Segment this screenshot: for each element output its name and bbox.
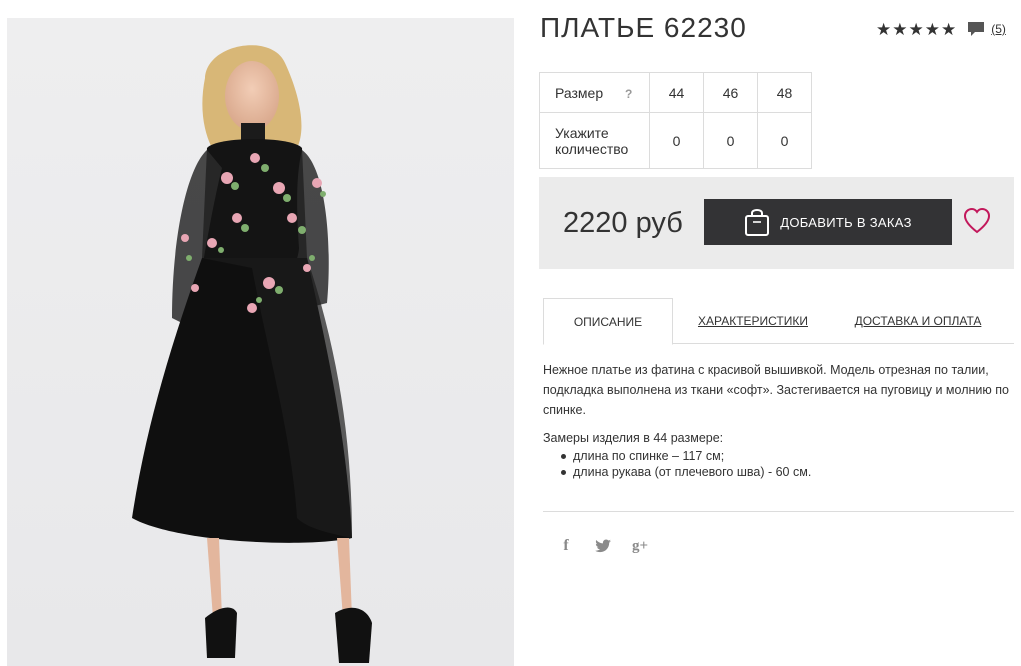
facebook-glyph: f [563,537,569,554]
social-share: f g+ [556,536,667,556]
heart-icon[interactable] [963,207,991,235]
tab-description-label: ОПИСАНИЕ [573,314,643,329]
size-46: 46 [703,72,758,113]
review-count-link[interactable]: (5) [991,22,1006,36]
divider [543,511,1014,512]
quantity-label-line1: Укажите [555,124,609,141]
quantity-label: Укажите количество [539,112,650,169]
shopping-bag-icon [745,209,770,236]
info-tabs: ОПИСАНИЕ ХАРАКТЕРИСТИКИ ДОСТАВКА И ОПЛАТ… [543,298,1014,345]
twitter-icon[interactable] [593,536,613,556]
google-plus-icon[interactable]: g+ [630,536,650,556]
description: Нежное платье из фатина с красивой вышив… [543,360,1013,480]
description-text: Нежное платье из фатина с красивой вышив… [543,363,1009,417]
google-plus-glyph: g+ [631,537,649,554]
product-title: ПЛАТЬЕ 62230 [540,12,747,43]
measure-title: Замеры изделия в 44 размере: [543,431,724,445]
twitter-bird-icon [595,539,611,553]
size-table: Размер ? 44 46 48 Укажите количество 0 0… [539,72,812,169]
comment-icon[interactable] [967,20,985,38]
size-label-cell: Размер ? [539,72,650,113]
tab-delivery-payment[interactable]: ДОСТАВКА И ОПЛАТА [843,298,993,344]
buy-box: 2220 руб ДОБАВИТЬ В ЗАКАЗ [539,177,1014,269]
size-48: 48 [757,72,812,113]
facebook-icon[interactable]: f [556,536,576,556]
rating-stars: ★★★★★ [876,19,958,39]
add-to-order-label: ДОБАВИТЬ В ЗАКАЗ [780,214,912,230]
tab-description[interactable]: ОПИСАНИЕ [543,298,673,345]
size-label: Размер [555,84,604,101]
tab-delivery-payment-label: ДОСТАВКА И ОПЛАТА [854,314,982,328]
rating: ★★★★★ (5) [876,20,1006,38]
quantity-input-48[interactable]: 0 [757,112,812,169]
size-44: 44 [649,72,704,113]
quantity-input-46[interactable]: 0 [703,112,758,169]
measure-list: длина по спинке – 117 см; длина рукава (… [543,448,1013,480]
list-item: длина по спинке – 117 см; [561,448,1013,464]
quantity-input-44[interactable]: 0 [649,112,704,169]
tab-characteristics[interactable]: ХАРАКТЕРИСТИКИ [683,298,823,344]
tab-characteristics-label: ХАРАКТЕРИСТИКИ [697,314,808,328]
price: 2220 руб [563,207,683,239]
quantity-label-line2: количество [555,140,629,157]
size-help-icon[interactable]: ? [625,87,632,101]
add-to-order-button[interactable]: ДОБАВИТЬ В ЗАКАЗ [704,199,952,245]
product-photo[interactable] [7,18,514,666]
list-item: длина рукава (от плечевого шва) - 60 см. [561,464,1013,480]
